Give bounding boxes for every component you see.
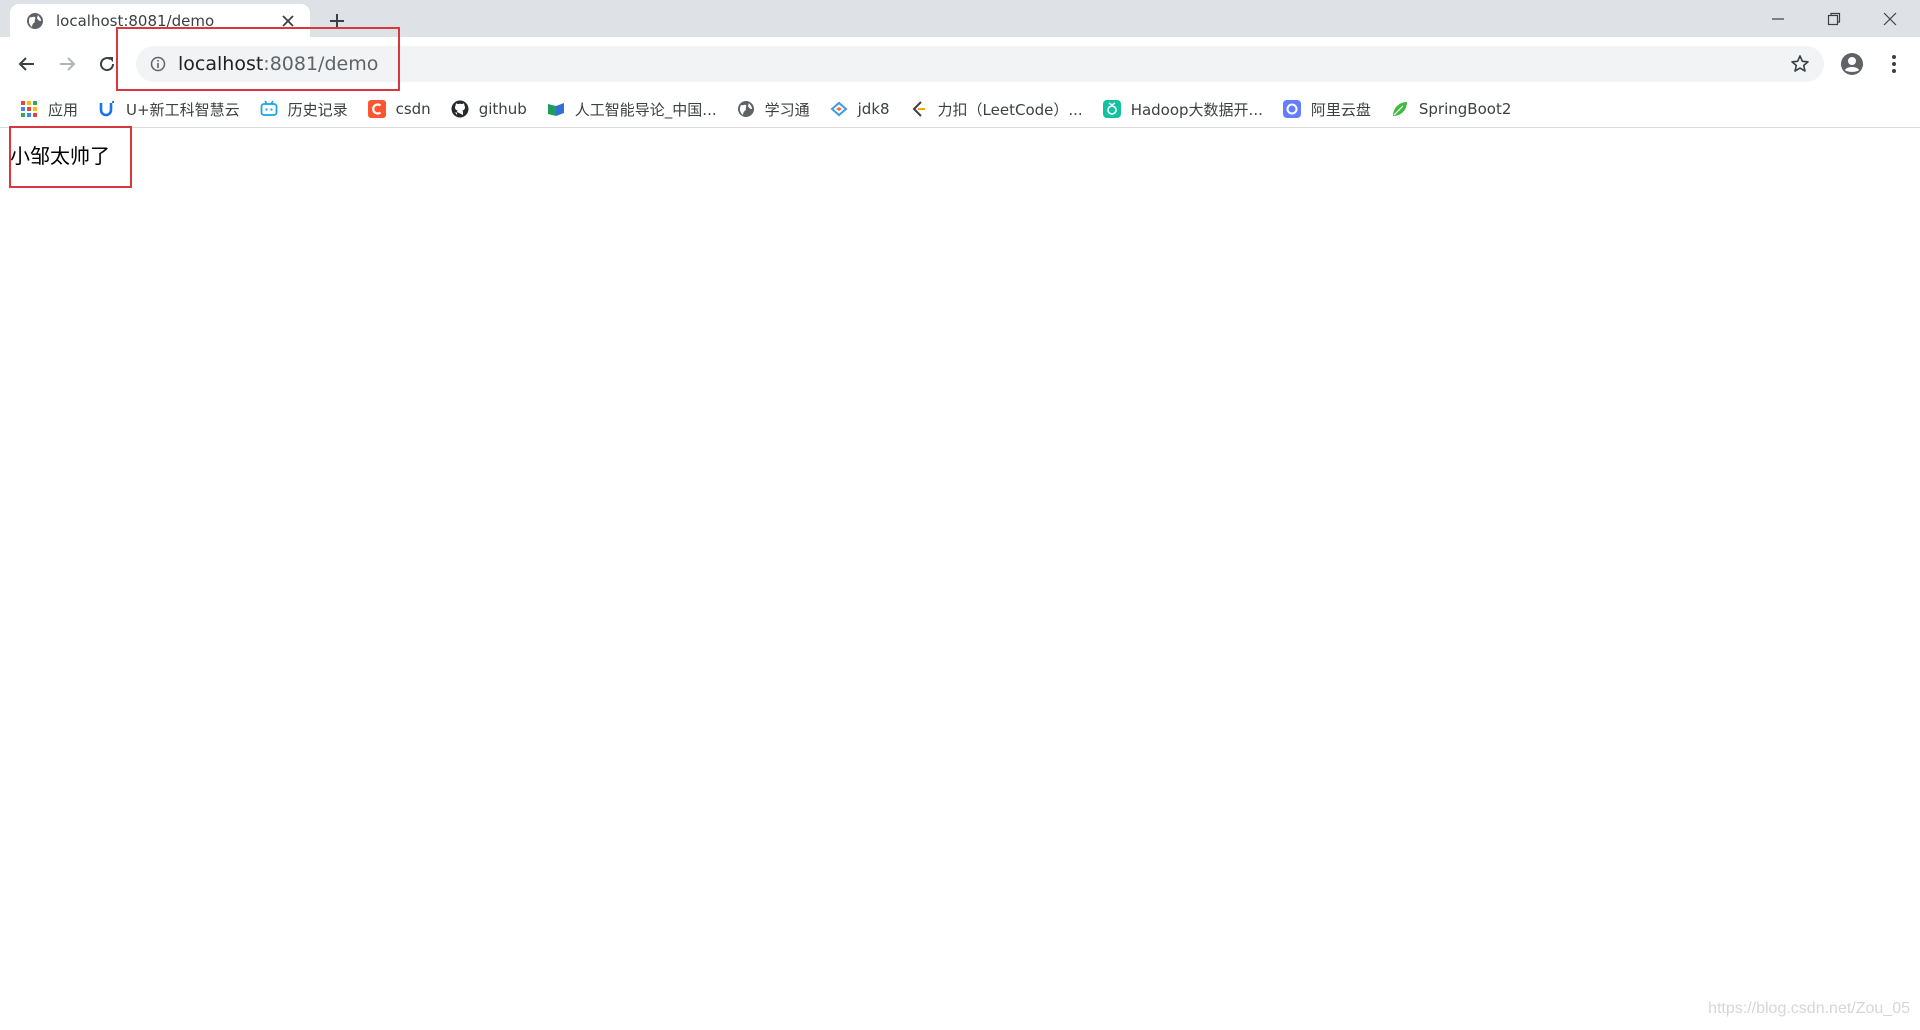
bookmark-label: U+新工科智慧云 bbox=[126, 100, 240, 119]
minimize-button[interactable] bbox=[1750, 0, 1806, 37]
bookmark-label: 人工智能导论_中国... bbox=[574, 100, 717, 119]
browser-toolbar: localhost:8081/demo bbox=[0, 37, 1920, 91]
globe-icon bbox=[27, 12, 43, 29]
star-icon[interactable] bbox=[1790, 54, 1810, 74]
back-button[interactable] bbox=[12, 49, 42, 79]
reload-icon bbox=[100, 57, 115, 72]
close-icon[interactable] bbox=[280, 13, 296, 29]
bookmark-label: 学习通 bbox=[764, 100, 810, 119]
page-content: 小邹太帅了 https://blog.csdn.net/Zou_05 bbox=[0, 128, 1920, 1030]
tab-strip: localhost:8081/demo bbox=[0, 0, 1920, 37]
forward-button[interactable] bbox=[52, 49, 82, 79]
green-app-icon bbox=[1102, 100, 1121, 118]
bookmarks-bar: 应用 U+新工科智慧云 历史记录 csdn github 人工智能导论_中国..… bbox=[0, 91, 1920, 128]
bookmark-label: Hadoop大数据开... bbox=[1130, 100, 1263, 119]
restore-button[interactable] bbox=[1806, 0, 1862, 37]
tab-active[interactable]: localhost:8081/demo bbox=[10, 4, 310, 37]
bookmark-csdn[interactable]: csdn bbox=[360, 95, 439, 123]
bookmark-u-cloud[interactable]: U+新工科智慧云 bbox=[90, 95, 248, 123]
bookmark-github[interactable]: github bbox=[443, 95, 535, 123]
kebab-icon bbox=[1892, 55, 1896, 73]
bookmark-jdk8[interactable]: jdk8 bbox=[822, 95, 898, 123]
reload-button[interactable] bbox=[92, 49, 122, 79]
browser-window: localhost:8081/demo localhost:8081/demo … bbox=[0, 0, 1920, 1030]
bookmark-xuexitong[interactable]: 学习通 bbox=[729, 95, 818, 123]
arrow-left-icon bbox=[18, 57, 34, 71]
plus-icon bbox=[330, 14, 344, 28]
java-icon bbox=[830, 101, 848, 117]
leaf-icon bbox=[1392, 102, 1407, 116]
bookmark-label: jdk8 bbox=[857, 100, 890, 118]
bookmark-ai-intro[interactable]: 人工智能导论_中国... bbox=[539, 95, 725, 123]
bilibili-tv-icon bbox=[260, 100, 277, 116]
u-logo-icon bbox=[99, 101, 115, 117]
browser-menu-button[interactable] bbox=[1880, 50, 1908, 78]
bookmark-label: 力扣（LeetCode）... bbox=[937, 100, 1083, 119]
minimize-icon bbox=[1772, 17, 1784, 20]
github-icon bbox=[451, 100, 469, 118]
csdn-logo-icon bbox=[367, 100, 386, 118]
new-tab-button[interactable] bbox=[325, 9, 349, 33]
restore-icon bbox=[1827, 12, 1841, 25]
bookmark-history[interactable]: 历史记录 bbox=[252, 95, 356, 123]
bookmark-label: csdn bbox=[395, 100, 431, 118]
leetcode-icon bbox=[912, 101, 925, 117]
bookmark-label: 阿里云盘 bbox=[1310, 100, 1371, 119]
bookmark-aliyun-drive[interactable]: 阿里云盘 bbox=[1275, 95, 1379, 123]
url-host: localhost bbox=[178, 53, 264, 75]
arrow-right-icon bbox=[60, 57, 76, 71]
apps-grid-icon bbox=[21, 101, 37, 117]
window-close-button[interactable] bbox=[1862, 0, 1918, 37]
url-path: :8081/demo bbox=[263, 53, 379, 75]
page-body-text: 小邹太帅了 bbox=[10, 144, 110, 168]
bookmark-leetcode[interactable]: 力扣（LeetCode）... bbox=[902, 95, 1091, 123]
bookmark-label: 应用 bbox=[48, 100, 79, 119]
url-text[interactable]: localhost:8081/demo bbox=[178, 53, 378, 75]
account-icon[interactable] bbox=[1838, 50, 1866, 78]
aliyun-drive-icon bbox=[1282, 100, 1301, 118]
bookmark-springboot2[interactable]: SpringBoot2 bbox=[1383, 95, 1519, 123]
bookmark-apps[interactable]: 应用 bbox=[12, 95, 86, 123]
globe-icon bbox=[737, 101, 754, 117]
address-bar[interactable]: localhost:8081/demo bbox=[136, 46, 1824, 82]
close-icon bbox=[1883, 12, 1897, 25]
book-icon bbox=[547, 103, 564, 116]
bookmark-label: github bbox=[478, 100, 527, 118]
bookmark-label: SpringBoot2 bbox=[1418, 100, 1512, 118]
watermark: https://blog.csdn.net/Zou_05 bbox=[1708, 1000, 1910, 1017]
bookmark-label: 历史记录 bbox=[287, 100, 348, 119]
bookmark-hadoop[interactable]: Hadoop大数据开... bbox=[1095, 95, 1271, 123]
tab-title: localhost:8081/demo bbox=[56, 11, 215, 30]
info-icon[interactable] bbox=[150, 56, 166, 72]
